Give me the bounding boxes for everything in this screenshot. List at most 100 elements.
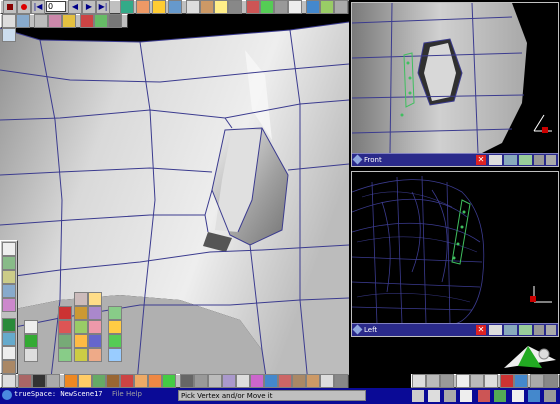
close-icon[interactable]: ✕: [476, 325, 486, 335]
main-viewport[interactable]: |◀ ◀ ▶ ▶|: [0, 0, 349, 404]
tray-icon-6[interactable]: [494, 390, 506, 402]
viewport-menu-icon[interactable]: [352, 324, 363, 335]
step-back-icon[interactable]: ◀: [68, 0, 82, 14]
bottom-icon-5[interactable]: [64, 374, 78, 388]
viewport-menu-icon[interactable]: [352, 154, 363, 165]
object-info-icon[interactable]: [62, 14, 76, 28]
star-icon[interactable]: [108, 320, 122, 334]
bottom-icon-10[interactable]: [134, 374, 148, 388]
lathe-icon[interactable]: [74, 334, 88, 348]
view-icon-3[interactable]: [440, 374, 454, 388]
front-viewport[interactable]: Front ✕: [351, 2, 559, 167]
zoom-view-icon[interactable]: [519, 325, 532, 335]
torus-icon[interactable]: [88, 292, 102, 306]
tube-icon[interactable]: [58, 320, 72, 334]
bottom-icon-6[interactable]: [78, 374, 92, 388]
panel-icon-2[interactable]: [2, 256, 16, 270]
bottom-icon-12[interactable]: [162, 374, 176, 388]
mesh-icon[interactable]: [58, 334, 72, 348]
cube-icon[interactable]: [74, 292, 88, 306]
panel-icon-8[interactable]: [2, 346, 16, 360]
view-icon-5[interactable]: [470, 374, 484, 388]
bottom-icon-17[interactable]: [236, 374, 250, 388]
stop-icon[interactable]: [3, 0, 17, 14]
tray-icon-5[interactable]: [478, 390, 490, 402]
help-icon[interactable]: [2, 28, 16, 42]
bottom-icon-16[interactable]: [222, 374, 236, 388]
bottom-icon-4[interactable]: [46, 374, 60, 388]
menu-help[interactable]: Help: [126, 390, 142, 398]
move-view-icon[interactable]: [504, 325, 517, 335]
helix-icon[interactable]: [58, 348, 72, 362]
zoom-view-icon[interactable]: [519, 155, 532, 165]
view-icon-2[interactable]: [426, 374, 440, 388]
scene-tool-icon[interactable]: [120, 0, 134, 14]
bottom-icon-24[interactable]: [334, 374, 348, 388]
frame-field[interactable]: [46, 1, 66, 12]
app-icon[interactable]: [2, 390, 12, 400]
plane-icon[interactable]: [108, 306, 122, 320]
bottom-icon-18[interactable]: [250, 374, 264, 388]
panel-icon-5[interactable]: [2, 298, 16, 312]
deform-icon[interactable]: [136, 0, 150, 14]
rotate-icon[interactable]: [94, 14, 108, 28]
rotate-view-icon[interactable]: [489, 325, 502, 335]
view-icon-9[interactable]: [530, 374, 544, 388]
panel-icon-9[interactable]: [2, 360, 16, 374]
tray-icon-7[interactable]: [512, 390, 524, 402]
panel-icon-6[interactable]: [2, 318, 16, 332]
left-viewport[interactable]: Left ✕: [351, 171, 559, 337]
palette-icon[interactable]: [48, 14, 62, 28]
sphere-icon[interactable]: [306, 0, 320, 14]
hierarchy-icon[interactable]: [320, 0, 334, 14]
tray-icon-9[interactable]: [544, 390, 556, 402]
rewind-icon[interactable]: |◀: [31, 0, 45, 14]
view-icon-1[interactable]: [412, 374, 426, 388]
nurbs-icon[interactable]: [88, 348, 102, 362]
grid-prim-icon[interactable]: [88, 334, 102, 348]
record-icon[interactable]: [17, 0, 31, 14]
camera-icon[interactable]: [228, 0, 242, 14]
menu-file[interactable]: File: [112, 390, 124, 398]
bottom-icon-14[interactable]: [194, 374, 208, 388]
green-cube-icon[interactable]: [24, 334, 38, 348]
bottom-icon-11[interactable]: [148, 374, 162, 388]
tray-icon-4[interactable]: [460, 390, 472, 402]
select-icon[interactable]: [2, 14, 16, 28]
text-prim-icon[interactable]: [88, 320, 102, 334]
bottom-icon-8[interactable]: [106, 374, 120, 388]
bottom-icon-3[interactable]: [32, 374, 46, 388]
move-view-icon[interactable]: [504, 155, 517, 165]
bottom-icon-15[interactable]: [208, 374, 222, 388]
bottom-icon-9[interactable]: [120, 374, 134, 388]
rotate-view-icon[interactable]: [489, 155, 502, 165]
material-icon[interactable]: [200, 0, 214, 14]
face-icon[interactable]: [306, 374, 320, 388]
materials-library-icon[interactable]: [80, 14, 94, 28]
lock-icon[interactable]: [34, 14, 48, 28]
dots-icon[interactable]: [108, 14, 122, 28]
teapot-icon[interactable]: [24, 348, 38, 362]
settings-icon[interactable]: [334, 0, 348, 14]
bottom-icon-21[interactable]: [292, 374, 306, 388]
view-icon-8[interactable]: [514, 374, 528, 388]
link-icon[interactable]: [274, 0, 288, 14]
bottom-icon-23[interactable]: [320, 374, 334, 388]
view-icon-7[interactable]: [500, 374, 514, 388]
dome-icon[interactable]: [108, 348, 122, 362]
navigation-widget[interactable]: [498, 338, 558, 372]
ball-icon[interactable]: [108, 334, 122, 348]
fast-forward-icon[interactable]: ▶|: [96, 0, 110, 14]
panel-icon-1[interactable]: [2, 242, 16, 256]
panel-icon-7[interactable]: [2, 332, 16, 346]
uv-icon[interactable]: [260, 0, 274, 14]
polygon-icon[interactable]: [74, 320, 88, 334]
box-icon[interactable]: [24, 320, 38, 334]
tray-icon-2[interactable]: [428, 390, 440, 402]
bottom-icon-7[interactable]: [92, 374, 106, 388]
bottom-icon-13[interactable]: [180, 374, 194, 388]
fit-view-icon[interactable]: [534, 155, 544, 165]
maximize-view-icon[interactable]: [546, 155, 556, 165]
render-icon[interactable]: [168, 0, 182, 14]
animation-icon[interactable]: [152, 0, 166, 14]
